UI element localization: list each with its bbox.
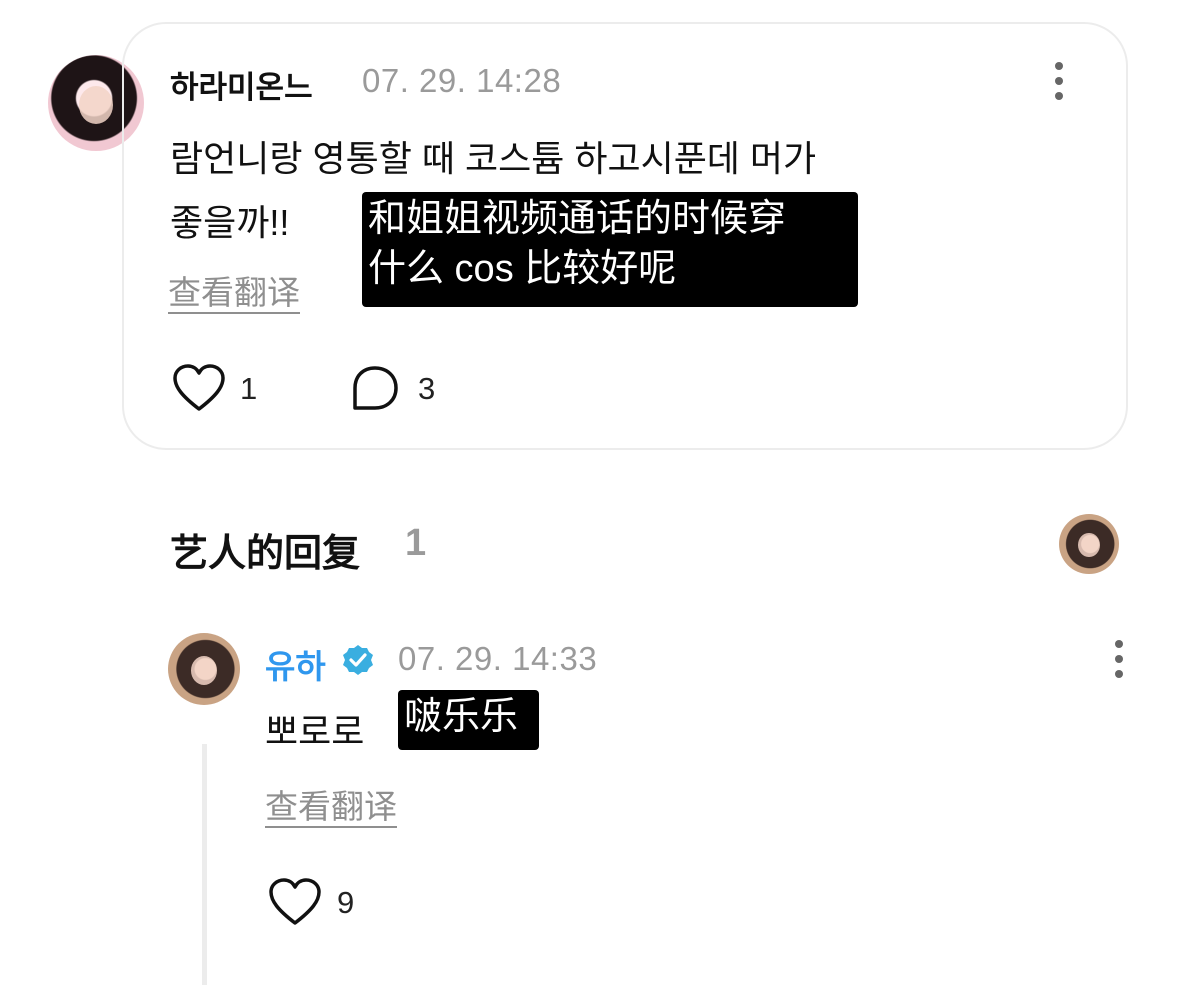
comment-translation-overlay: 和姐姐视频通话的时候穿 什么 cos 比较好呢 xyxy=(362,192,858,307)
comment-more-icon[interactable] xyxy=(1049,60,1069,102)
reply-translation-overlay: 啵乐乐 xyxy=(398,690,539,750)
verified-badge-icon xyxy=(343,645,373,675)
reply-timestamp: 07. 29. 14:33 xyxy=(398,640,598,677)
heart-icon[interactable] xyxy=(172,363,226,413)
reply-thread-line xyxy=(202,744,207,985)
artist-replies-count: 1 xyxy=(405,522,427,564)
artist-avatar[interactable] xyxy=(168,633,240,705)
reply-more-icon[interactable] xyxy=(1109,638,1129,680)
avatar-face xyxy=(78,85,114,125)
heart-icon[interactable] xyxy=(268,877,322,927)
artist-replies-title: 艺人的回复 xyxy=(170,533,361,575)
comment-reply-count: 3 xyxy=(418,371,436,406)
artist-username[interactable]: 유하 xyxy=(265,640,326,688)
comment-like-count: 1 xyxy=(240,371,258,406)
reply-see-translation-link[interactable]: 查看翻译 xyxy=(265,780,397,828)
comment-timestamp: 07. 29. 14:28 xyxy=(362,62,562,99)
reply-text: 뽀로로 xyxy=(265,711,365,752)
reply-bubble-icon[interactable] xyxy=(350,364,400,412)
overlay-line-1: 和姐姐视频通话的时候穿 xyxy=(368,198,787,240)
avatar-face xyxy=(1078,533,1100,558)
comment-text-line-1: 람언니랑 영통할 때 코스튬 하고시푼데 머가 xyxy=(170,138,817,179)
avatar-face xyxy=(191,656,217,685)
artist-replies-avatar[interactable] xyxy=(1059,514,1119,574)
comment-text-line-2: 좋을까!! xyxy=(170,202,290,243)
comment-see-translation-link[interactable]: 查看翻译 xyxy=(168,266,300,314)
overlay-line-2: 什么 cos 比较好呢 xyxy=(368,248,677,290)
reply-like-count: 9 xyxy=(337,885,355,920)
commenter-username[interactable]: 하라미온느 xyxy=(170,62,313,107)
